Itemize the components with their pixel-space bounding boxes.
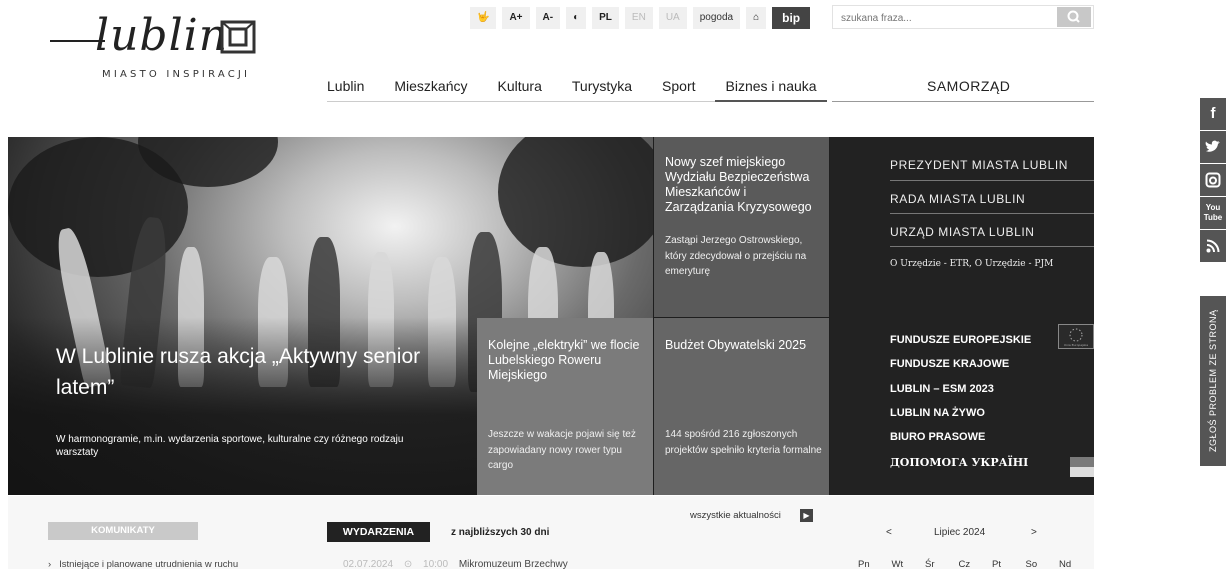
- divider: [890, 180, 1094, 181]
- link-prezydent[interactable]: PREZYDENT MIASTA LUBLIN: [890, 158, 1094, 172]
- nav-item-lublin[interactable]: Lublin: [327, 78, 364, 94]
- weekday-label: Nd: [1059, 559, 1072, 569]
- svg-text:Unia Europejska: Unia Europejska: [1064, 343, 1088, 347]
- nav-item-samorzad[interactable]: SAMORZĄD: [927, 78, 1010, 94]
- link-rada[interactable]: RADA MIASTA LUBLIN: [890, 192, 1094, 206]
- logo-wordmark: lublin: [95, 10, 229, 61]
- nav-item-kultura[interactable]: Kultura: [498, 78, 542, 94]
- divider: [890, 213, 1094, 214]
- news-tile-title: Kolejne „elektryki” we flocie Lubelskieg…: [488, 338, 640, 382]
- link-fundusze-europejskie[interactable]: FUNDUSZE EUROPEJSKIE: [890, 334, 1031, 346]
- report-problem-tab[interactable]: ZGŁOŚ PROBLEM ZE STRONĄ: [1200, 296, 1226, 466]
- news-tile[interactable]: Budżet Obywatelski 2025 144 spośród 216 …: [654, 318, 829, 495]
- nav-item-biznes[interactable]: Biznes i nauka: [726, 78, 817, 94]
- news-tile-description: Zastąpi Jerzego Ostrowskiego, który zdec…: [665, 235, 807, 277]
- instagram-icon[interactable]: [1200, 164, 1226, 196]
- nav-item-sport[interactable]: Sport: [662, 78, 695, 94]
- weekday-label: Pn: [858, 559, 870, 569]
- rss-icon[interactable]: [1200, 230, 1226, 262]
- facebook-icon[interactable]: f: [1200, 98, 1226, 130]
- nav-item-mieszkancy[interactable]: Mieszkańcy: [394, 78, 467, 94]
- weekday-label: Pt: [992, 559, 1001, 569]
- tab-wydarzenia[interactable]: WYDARZENIA: [327, 522, 430, 542]
- link-fundusze-krajowe[interactable]: FUNDUSZE KRAJOWE: [890, 358, 1009, 370]
- font-increase-button[interactable]: A+: [502, 7, 530, 29]
- link-esm-2023[interactable]: LUBLIN – ESM 2023: [890, 383, 994, 395]
- weather-button[interactable]: pogoda: [692, 7, 741, 29]
- sign-language-icon[interactable]: 🤟: [470, 7, 497, 29]
- lang-en-button[interactable]: EN: [624, 7, 653, 29]
- link-o-urzedzie[interactable]: O Urzędzie - ETR, O Urzędzie - PJM: [890, 259, 1053, 269]
- hero-description: W harmonogramie, m.in. wydarzenia sporto…: [56, 434, 404, 458]
- news-tile[interactable]: Nowy szef miejskiego Wydziału Bezpieczeń…: [654, 137, 829, 317]
- weekday-label: Śr: [925, 559, 935, 569]
- search-box: [832, 5, 1094, 30]
- link-biuro-prasowe[interactable]: BIURO PRASOWE: [890, 431, 985, 443]
- eu-flag-icon[interactable]: Unia Europejska: [1058, 324, 1094, 349]
- font-decrease-button[interactable]: A-: [535, 7, 561, 29]
- calendar-month: Lipiec 2024: [934, 527, 986, 538]
- news-tile-title: Nowy szef miejskiego Wydziału Bezpieczeń…: [665, 155, 812, 214]
- weekday-label: Wt: [891, 559, 904, 569]
- bip-button[interactable]: bip: [772, 7, 811, 29]
- tab-komunikaty[interactable]: KOMUNIKATY: [48, 522, 198, 540]
- accessibility-toolbar: 🤟 A+ A- ◐ PL EN UA pogoda ⌂ bip: [470, 7, 816, 29]
- search-input[interactable]: [833, 7, 1053, 30]
- wydarzenia-subtitle: z najbliższych 30 dni: [451, 527, 550, 538]
- samorzad-divider: [832, 101, 1094, 102]
- news-tile-description: 144 spośród 216 zgłoszonych projektów sp…: [665, 429, 822, 456]
- news-tile-description: Jeszcze w wakacje pojawi się też zapowia…: [488, 429, 636, 471]
- nav-item-turystyka[interactable]: Turystyka: [572, 78, 632, 94]
- lang-ua-button[interactable]: UA: [658, 7, 687, 29]
- calendar-next-button[interactable]: >: [1031, 527, 1037, 538]
- site-logo[interactable]: lublin MIASTO INSPIRACJI: [50, 10, 280, 90]
- event-item[interactable]: 02.07.2024 ⊙ 10:00 Mikromuzeum Brzechwy: [343, 559, 568, 569]
- event-date: 02.07.2024: [343, 559, 394, 569]
- news-tile-title: Budżet Obywatelski 2025: [665, 338, 807, 352]
- arrow-right-icon[interactable]: ▶: [800, 509, 813, 522]
- link-pomoc-ukrainie[interactable]: ДОПОМОГА УКРАЇНІ: [890, 456, 1028, 469]
- logo-tagline: MIASTO INSPIRACJI: [102, 69, 251, 80]
- search-icon: [1067, 10, 1080, 23]
- lang-pl-button[interactable]: PL: [592, 7, 619, 29]
- weekday-label: So: [1025, 559, 1038, 569]
- calendar-weekdays: Pn Wt Śr Cz Pt So Nd: [858, 559, 1093, 569]
- divider: [890, 246, 1094, 247]
- ukraine-flag-icon[interactable]: [1070, 457, 1094, 477]
- komunikat-item[interactable]: › Istniejące i planowane utrudnienia w r…: [48, 559, 238, 569]
- social-bar: f You Tube: [1200, 98, 1226, 263]
- weekday-label: Cz: [958, 559, 971, 569]
- event-time: 10:00: [423, 559, 449, 569]
- link-lublin-na-zywo[interactable]: LUBLIN NA ŻYWO: [890, 407, 985, 419]
- contrast-icon[interactable]: ◐: [566, 7, 587, 29]
- city-links-panel: PREZYDENT MIASTA LUBLIN RADA MIASTA LUBL…: [830, 137, 1094, 495]
- news-tile[interactable]: Kolejne „elektryki” we flocie Lubelskieg…: [477, 318, 653, 495]
- twitter-icon[interactable]: [1200, 131, 1226, 163]
- main-nav: Lublin Mieszkańcy Kultura Turystyka Spor…: [327, 78, 847, 94]
- hero-title[interactable]: W Lublinie rusza akcja „Aktywny senior l…: [56, 341, 456, 403]
- link-urzad[interactable]: URZĄD MIASTA LUBLIN: [890, 225, 1094, 239]
- home-icon[interactable]: ⌂: [746, 7, 767, 29]
- youtube-icon[interactable]: You Tube: [1200, 197, 1226, 229]
- castle-icon: [220, 20, 256, 54]
- clock-icon: ⊙: [403, 559, 413, 569]
- nav-active-indicator: [715, 100, 827, 102]
- all-news-link[interactable]: wszystkie aktualności: [690, 510, 781, 521]
- event-title: Mikromuzeum Brzechwy: [458, 559, 568, 569]
- calendar-prev-button[interactable]: <: [886, 527, 892, 538]
- search-button[interactable]: [1057, 7, 1091, 27]
